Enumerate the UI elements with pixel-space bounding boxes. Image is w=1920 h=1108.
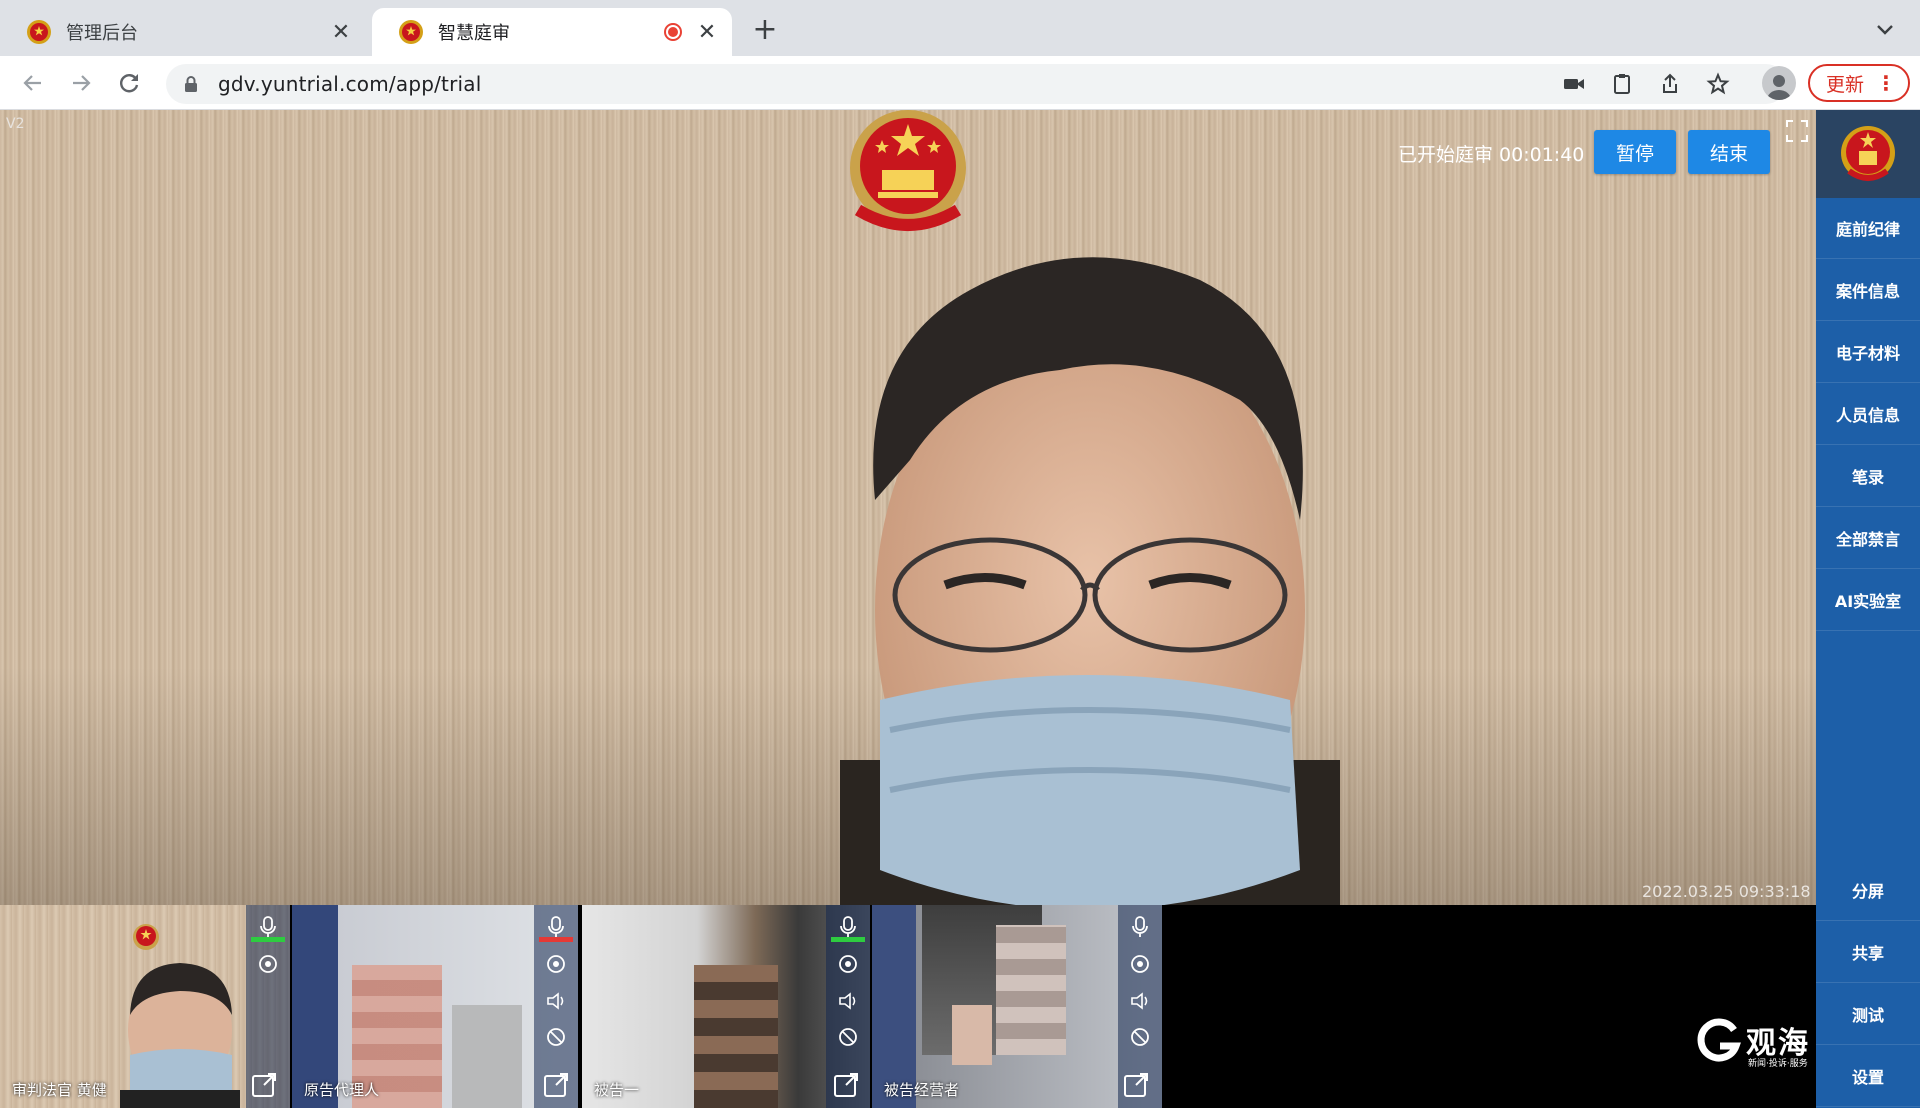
recording-icon [664, 23, 682, 41]
participant-tile[interactable]: 审判法官 黄健 [0, 905, 290, 1108]
camera-icon[interactable] [834, 951, 862, 979]
participant-name: 被告经营者 [884, 1081, 960, 1099]
block-icon[interactable] [1126, 1023, 1154, 1051]
reload-icon [120, 74, 139, 93]
participant-tile[interactable]: 被告一 [582, 905, 870, 1108]
participant-face-blurred [996, 925, 1066, 1055]
version-label: V2 [6, 116, 25, 132]
share-icon [1663, 73, 1677, 93]
main-video: V2 已开始庭审 00:01:40 暂停 结束 2022.03.25 09:33… [0, 110, 1816, 905]
participant-name: 被告一 [594, 1081, 640, 1099]
camera-icon[interactable] [254, 951, 282, 979]
mic-level-bar [251, 937, 285, 942]
clipboard-icon [1614, 74, 1630, 94]
arrow-left-icon [23, 75, 41, 91]
update-label: 更新 [1826, 73, 1865, 96]
menu-e-materials[interactable]: 电子材料 [1816, 322, 1920, 383]
video-timestamp: 2022.03.25 09:33:18 [1642, 882, 1811, 901]
menu-mute-all[interactable]: 全部禁言 [1816, 508, 1920, 569]
camera-icon[interactable] [542, 951, 570, 979]
url-text: gdv.yuntrial.com/app/trial [218, 72, 482, 96]
menu-test[interactable]: 测试 [1816, 984, 1920, 1045]
mic-level-bar [539, 937, 573, 942]
close-tab-icon[interactable]: ✕ [330, 20, 352, 45]
court-emblem-icon [133, 924, 159, 950]
trial-status-timer: 已开始庭审 00:01:40 [1398, 144, 1585, 166]
block-icon[interactable] [542, 1023, 570, 1051]
watermark: 观海 新闻·投诉·服务 [1694, 1014, 1824, 1084]
update-button[interactable]: 更新 ⋮ [1808, 64, 1910, 102]
block-icon[interactable] [834, 1023, 862, 1051]
star-icon [1706, 72, 1730, 95]
menu-case-info[interactable]: 案件信息 [1816, 260, 1920, 321]
arrow-right-icon [73, 75, 91, 91]
tab-admin[interactable]: 管理后台 ✕ [0, 8, 366, 56]
share-button[interactable] [1656, 70, 1684, 98]
browser-tab-strip: 管理后台 ✕ 智慧庭审 ✕ + [0, 0, 1920, 56]
menu-court-discipline[interactable]: 庭前纪律 [1816, 198, 1920, 259]
reload-button[interactable] [114, 68, 144, 98]
menu-transcript[interactable]: 笔录 [1816, 446, 1920, 507]
fullscreen-icon[interactable] [1784, 118, 1810, 144]
participant-hand-blurred [952, 1005, 992, 1065]
participant-video [120, 963, 240, 1108]
menu-ai-lab[interactable]: AI实验室 [1816, 570, 1920, 631]
side-menu: 庭前纪律 案件信息 电子材料 人员信息 笔录 全部禁言 AI实验室 分屏 共享 … [1816, 110, 1920, 1108]
video-camera-icon [1564, 79, 1584, 89]
participant-tile[interactable]: 原告代理人 [292, 905, 578, 1108]
end-trial-button[interactable]: 结束 [1688, 130, 1770, 174]
tab-smart-trial[interactable]: 智慧庭审 ✕ [372, 8, 732, 56]
profile-button[interactable] [1762, 66, 1796, 100]
bookmark-button[interactable] [1704, 70, 1732, 98]
menu-settings[interactable]: 设置 [1816, 1046, 1920, 1107]
trial-app: V2 已开始庭审 00:01:40 暂停 结束 2022.03.25 09:33… [0, 110, 1920, 1108]
camera-icon[interactable] [1126, 951, 1154, 979]
tab-title: 管理后台 [66, 23, 138, 44]
close-tab-icon[interactable]: ✕ [696, 20, 718, 45]
popout-icon[interactable] [1122, 1071, 1150, 1099]
court-emblem-icon [1841, 126, 1895, 181]
speaker-icon[interactable] [834, 987, 862, 1015]
popout-icon[interactable] [832, 1071, 860, 1099]
national-emblem-icon [850, 110, 966, 231]
menu-share[interactable]: 共享 [1816, 922, 1920, 983]
popout-icon[interactable] [542, 1071, 570, 1099]
g-logo-icon [1697, 1018, 1741, 1062]
pause-button[interactable]: 暂停 [1594, 130, 1676, 174]
browser-toolbar: gdv.yuntrial.com/app/trial 更新 ⋮ [0, 56, 1920, 110]
participant-tile[interactable]: 被告经营者 [872, 905, 1162, 1108]
popout-icon[interactable] [250, 1071, 278, 1099]
more-vert-icon: ⋮ [1876, 71, 1896, 95]
lock-icon [185, 76, 197, 92]
forward-button[interactable] [66, 68, 96, 98]
mic-icon[interactable] [1126, 913, 1154, 941]
menu-personnel-info[interactable]: 人员信息 [1816, 384, 1920, 445]
person-icon [1767, 75, 1791, 100]
back-button[interactable] [18, 68, 48, 98]
mic-level-bar [831, 937, 865, 942]
court-logo [1816, 110, 1920, 198]
tab-title: 智慧庭审 [438, 23, 510, 44]
background-cabinet [452, 1005, 522, 1108]
main-participant-video [840, 257, 1340, 905]
chevron-down-icon[interactable] [1870, 14, 1900, 44]
new-tab-button[interactable]: + [748, 12, 782, 47]
participant-video-blurred [694, 965, 778, 1108]
participant-name: 原告代理人 [304, 1081, 380, 1099]
clipboard-button[interactable] [1608, 70, 1636, 98]
menu-split-screen[interactable]: 分屏 [1816, 860, 1920, 921]
camera-indicator-button[interactable] [1560, 70, 1588, 98]
speaker-icon[interactable] [1126, 987, 1154, 1015]
watermark-subtitle: 新闻·投诉·服务 [1748, 1059, 1808, 1069]
court-emblem-icon [27, 20, 51, 44]
address-bar[interactable]: gdv.yuntrial.com/app/trial [166, 64, 1786, 104]
speaker-icon[interactable] [542, 987, 570, 1015]
participant-name: 审判法官 黄健 [12, 1081, 107, 1099]
court-emblem-icon [399, 20, 423, 44]
